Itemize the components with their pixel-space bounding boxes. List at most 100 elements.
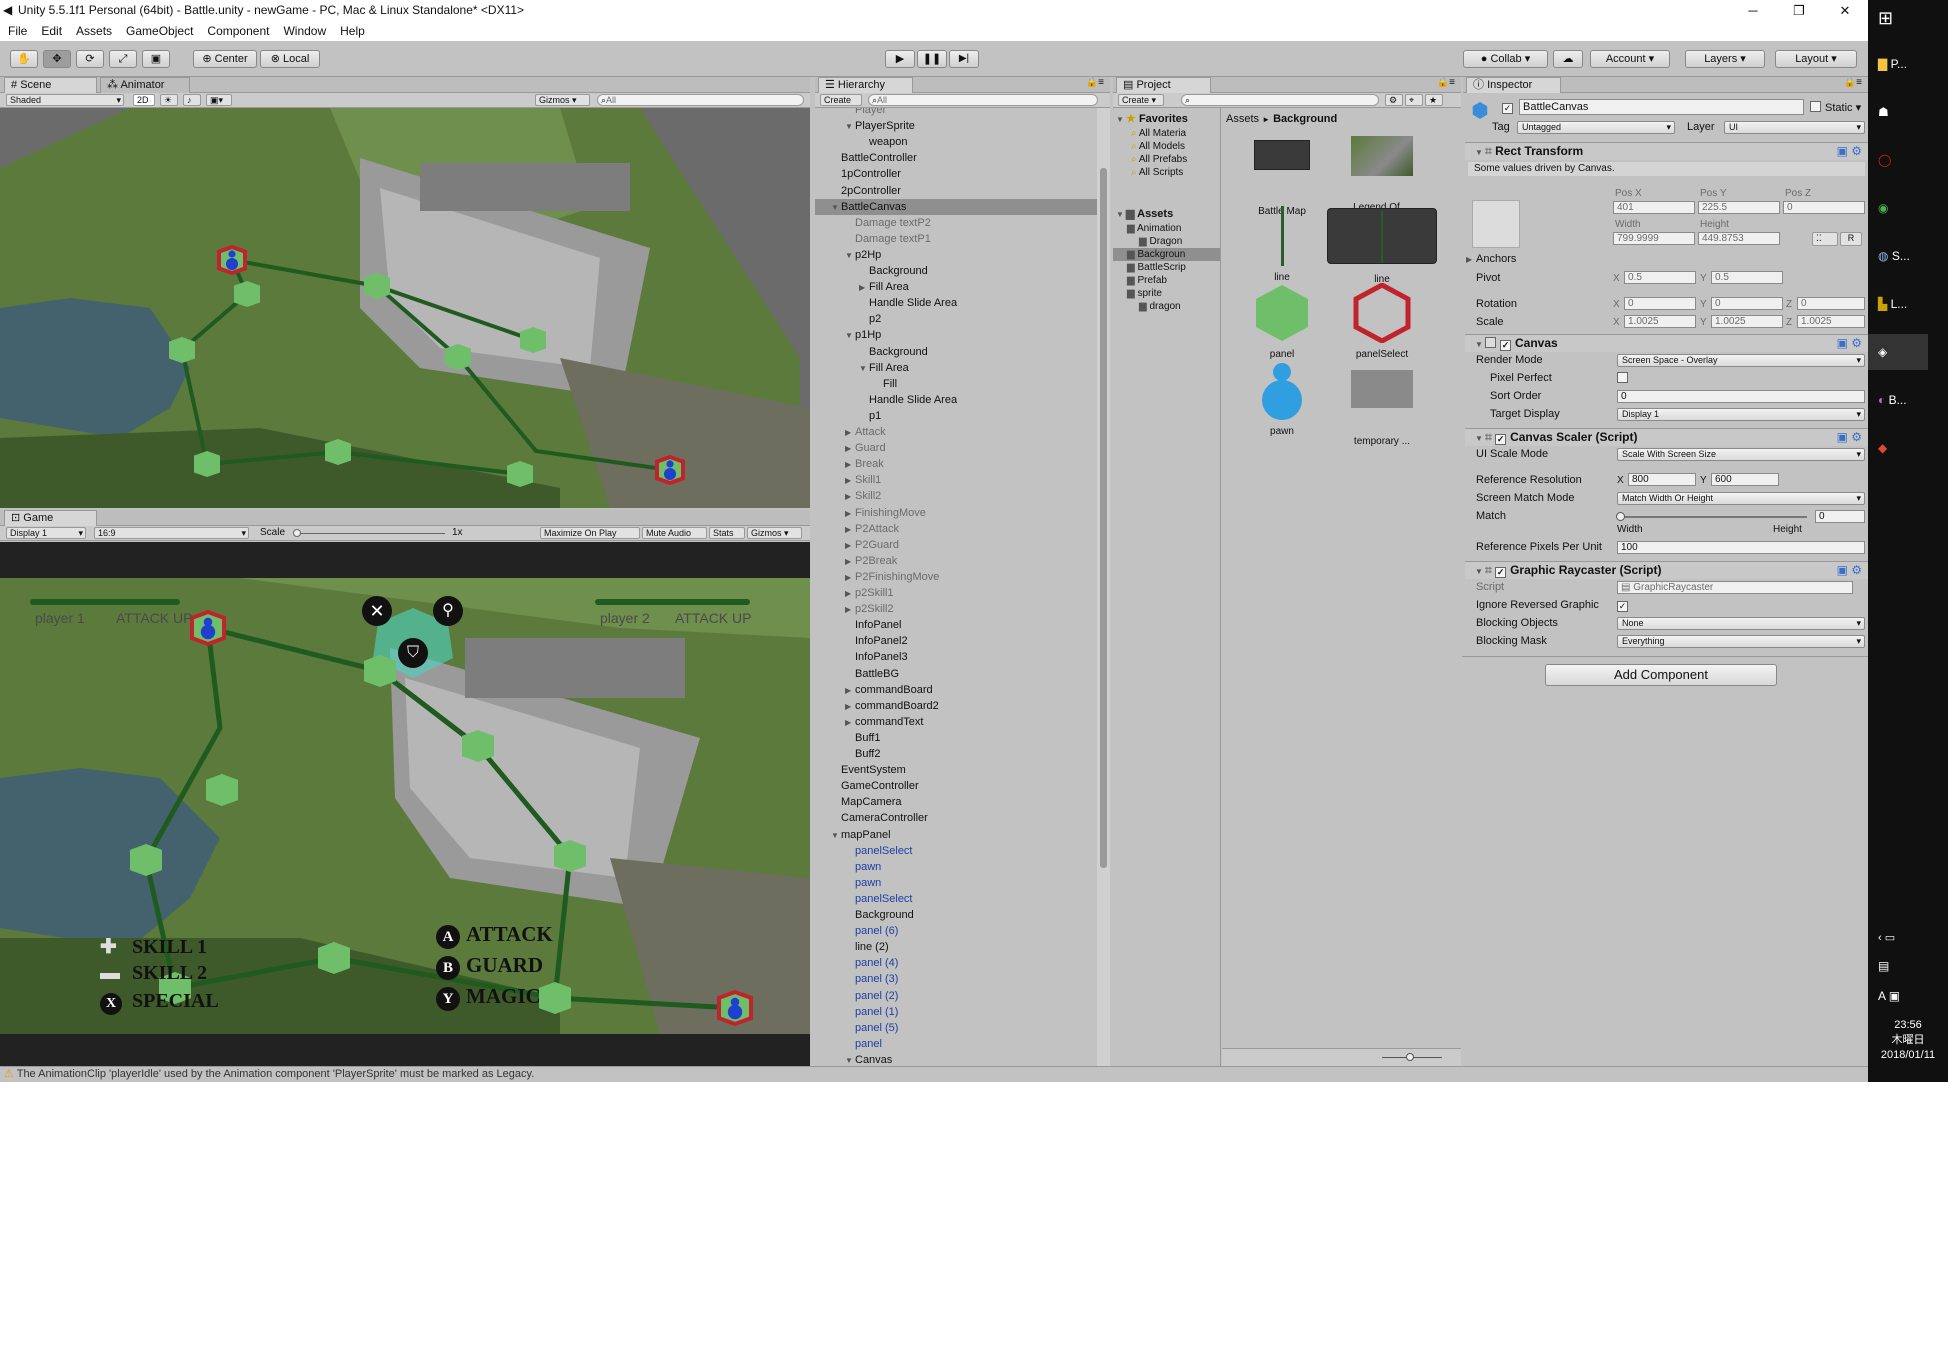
sort-order-field[interactable]: 0 [1617,390,1865,403]
hierarchy-item[interactable]: InfoPanel3 [815,649,1097,665]
hierarchy-item[interactable]: panel (5) [815,1020,1097,1036]
hierarchy-item[interactable]: ▼ p1Hp [815,327,1097,343]
attack-command-icon[interactable]: ✕ [362,596,392,626]
pivot-y-field[interactable]: 0.5 [1711,271,1783,284]
graphic-raycaster-header[interactable]: ▼ ⌗ ✓ Graphic Raycaster (Script) ▣ ⚙ [1465,561,1868,579]
hierarchy-item[interactable]: Handle Slide Area [815,392,1097,408]
hierarchy-item[interactable]: Background [815,263,1097,279]
posy-field[interactable]: 225.5 [1698,201,1780,214]
hierarchy-item[interactable]: Background [815,907,1097,923]
folder-tree-item[interactable]: ▆ BattleScrip [1113,261,1220,274]
tab-project[interactable]: ▤ Project [1116,77,1211,93]
foldout-arrow-icon[interactable]: ▼ [845,328,855,344]
blocking-objects-dropdown[interactable]: None [1617,617,1865,630]
render-mode-dropdown[interactable]: Screen Space - Overlay [1617,354,1865,367]
hierarchy-item[interactable]: ▶ Skill2 [815,488,1097,504]
hierarchy-item[interactable]: ▶ commandText [815,714,1097,730]
folder-tree-item[interactable]: ▆ sprite [1113,287,1220,300]
scene-viewport[interactable] [0,108,810,508]
asset-item[interactable]: Legend Of ... [1337,130,1427,213]
hierarchy-item[interactable]: EventSystem [815,762,1097,778]
map-hex-tile[interactable] [460,728,496,764]
tag-dropdown[interactable]: Untagged [1517,121,1675,134]
map-hex-tile[interactable] [167,335,197,365]
map-hex-tile[interactable] [362,653,398,689]
scale-x-field[interactable]: 1.0025 [1624,315,1696,328]
project-search-input[interactable]: ⌕ [1181,94,1379,106]
foldout-arrow-icon[interactable]: ▶ [845,425,855,441]
hierarchy-item[interactable]: InfoPanel [815,617,1097,633]
foldout-arrow-icon[interactable]: ▼ [845,248,855,264]
object-name-input[interactable]: BattleCanvas [1519,99,1804,115]
asset-item[interactable]: line [1317,206,1447,285]
raw-edit-button[interactable]: R [1840,232,1862,246]
hierarchy-item[interactable]: Buff2 [815,746,1097,762]
maximize-on-play-toggle[interactable]: Maximize On Play [540,527,640,539]
play-button[interactable]: ▶ [885,50,915,68]
foldout-arrow-icon[interactable]: ▶ [845,473,855,489]
map-hex-tile[interactable] [323,437,353,467]
map-hex-tile[interactable] [518,325,548,355]
hierarchy-scrollbar[interactable] [1097,108,1110,1066]
hierarchy-item[interactable]: ▶ commandBoard [815,682,1097,698]
hierarchy-item[interactable]: ▼ BattleCanvas [815,198,1097,215]
minimize-button[interactable]: ─ [1730,0,1776,21]
hierarchy-item[interactable]: panel [815,1036,1097,1052]
taskbar-app-steam[interactable]: ◍ S... [1868,238,1928,274]
magic-command-icon[interactable]: ⚲ [433,596,463,626]
filter-type-icon[interactable]: ⚙ [1385,94,1403,106]
foldout-arrow-icon[interactable]: ▶ [845,538,855,554]
map-hex-tile[interactable] [316,940,352,976]
hand-tool-icon[interactable]: ✋ [10,50,38,68]
map-hex-tile[interactable] [505,459,535,489]
rect-transform-header[interactable]: ▼ ⌗ Rect Transform ▣ ⚙ [1465,142,1868,160]
favorite-search-item[interactable]: ⌕ All Prefabs [1131,153,1187,166]
blueprint-mode-button[interactable]: ⁚⁚ [1812,232,1838,246]
target-display-dropdown[interactable]: Display 1 [1617,408,1865,421]
hierarchy-search-input[interactable]: ⌕All [868,94,1098,106]
hierarchy-scrollbar-thumb[interactable] [1100,168,1107,868]
foldout-arrow-icon[interactable]: ▶ [845,699,855,715]
hierarchy-item[interactable]: ▶ Skill1 [815,472,1097,488]
scale-tool-icon[interactable]: ⤢ [109,50,137,68]
taskbar-app-git[interactable]: ◆ [1868,430,1928,466]
map-hex-tile[interactable] [232,279,262,309]
ui-scale-mode-dropdown[interactable]: Scale With Screen Size [1617,448,1865,461]
hierarchy-item[interactable]: ▶ p2Skill1 [815,585,1097,601]
pivot-x-field[interactable]: 0.5 [1624,271,1696,284]
scale-y-field[interactable]: 1.0025 [1711,315,1783,328]
hierarchy-item[interactable]: GameController [815,778,1097,794]
tab-game[interactable]: ⊡ Game [4,510,97,526]
folder-tree-item[interactable]: ▆ dragon [1113,300,1220,313]
hierarchy-item[interactable]: panelSelect [815,843,1097,859]
hierarchy-item[interactable]: ▼ Fill Area [815,360,1097,376]
hierarchy-item[interactable]: ▶ P2Attack [815,521,1097,537]
foldout-arrow-icon[interactable]: ▶ [845,506,855,522]
favorite-search-item[interactable]: ⌕ All Materia [1131,127,1186,140]
posx-field[interactable]: 401 [1613,201,1695,214]
hierarchy-item[interactable]: MapCamera [815,794,1097,810]
menu-help[interactable]: Help [340,24,365,38]
taskbar-app-explorer[interactable]: ▇ P... [1868,46,1928,82]
map-hex-tile[interactable] [128,842,164,878]
asset-item[interactable]: pawn [1237,360,1327,437]
ime-indicator[interactable]: A ▣ [1868,978,1928,1014]
start-button-icon[interactable]: ⊞ [1868,0,1928,40]
layer-dropdown[interactable]: UI [1724,121,1865,134]
menu-gameobject[interactable]: GameObject [126,24,193,38]
hierarchy-item[interactable]: Damage textP2 [815,215,1097,231]
game-gizmos-dropdown[interactable]: Gizmos ▾ [747,527,802,539]
aspect-dropdown[interactable]: 16:9 ▾ [94,527,249,539]
hierarchy-item[interactable]: Handle Slide Area [815,295,1097,311]
scene-search-input[interactable]: ⌕All [597,94,804,106]
shading-dropdown[interactable]: Shaded ▾ [6,94,124,106]
pawn-token[interactable] [717,990,753,1026]
scale-slider[interactable] [295,533,445,534]
hierarchy-item[interactable]: Damage textP1 [815,231,1097,247]
hierarchy-item[interactable]: ▼ Canvas [815,1052,1097,1066]
component-settings-icon[interactable]: ▣ ⚙ [1837,143,1862,160]
add-component-button[interactable]: Add Component [1545,664,1777,686]
asset-item[interactable]: panelSelect [1337,282,1427,360]
filter-label-icon[interactable]: ⌖ [1405,94,1423,106]
match-slider-handle[interactable] [1616,512,1625,521]
